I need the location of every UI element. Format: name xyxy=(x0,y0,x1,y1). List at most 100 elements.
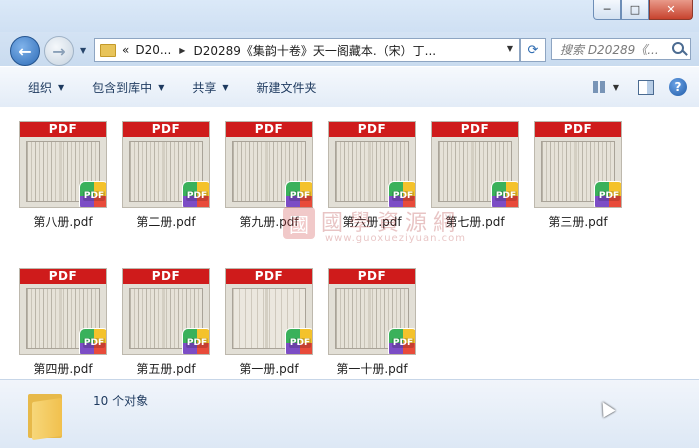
pdf-thumbnail: PDF PDF xyxy=(122,121,210,208)
chevron-down-icon: ▼ xyxy=(222,82,229,92)
view-dropdown-icon[interactable]: ▼ xyxy=(613,83,619,92)
minimize-button[interactable]: ─ xyxy=(593,0,621,20)
pdf-banner: PDF xyxy=(329,122,415,137)
folder-icon xyxy=(28,392,62,441)
pdf-badge-label: PDF xyxy=(185,338,209,348)
file-item[interactable]: PDF PDF 第一册.pdf xyxy=(222,268,316,377)
file-item[interactable]: PDF PDF 第三册.pdf xyxy=(531,121,625,230)
share-button[interactable]: 共享 ▼ xyxy=(178,76,242,98)
arrow-right-icon: → xyxy=(52,41,66,61)
file-item[interactable]: PDF PDF 第一十册.pdf xyxy=(325,268,419,377)
organize-label: 组织 xyxy=(28,80,53,95)
views-icon xyxy=(592,81,607,93)
watermark-url: www.guoxueziyuan.com xyxy=(325,233,466,244)
preview-pane-button[interactable] xyxy=(633,76,659,98)
file-name: 第一十册.pdf xyxy=(336,362,408,376)
preview-pane-icon xyxy=(638,79,654,95)
address-bar[interactable]: « D20... ▶ D20289《集韵十卷》天一阁藏本.（宋）丁... ▼ xyxy=(94,38,520,62)
pdf-app-icon: PDF xyxy=(80,182,106,207)
pdf-thumbnail: PDF PDF xyxy=(19,268,107,355)
pdf-badge-label: PDF xyxy=(185,191,209,201)
forward-button[interactable]: → xyxy=(44,36,74,66)
pdf-badge-label: PDF xyxy=(288,338,312,348)
pdf-banner: PDF xyxy=(123,269,209,284)
address-dropdown-icon[interactable]: ▼ xyxy=(507,44,513,53)
pdf-app-icon: PDF xyxy=(595,182,621,207)
breadcrumb-item-current[interactable]: D20289《集韵十卷》天一阁藏本.（宋）丁... xyxy=(193,42,436,59)
command-bar: 组织 ▼ 包含到库中 ▼ 共享 ▼ 新建文件夹 ▼ ? xyxy=(0,66,699,108)
item-count: 10 个对象 xyxy=(93,394,149,408)
include-in-library-label: 包含到库中 xyxy=(92,80,153,95)
pdf-thumbnail: PDF PDF xyxy=(122,268,210,355)
pdf-badge-label: PDF xyxy=(494,191,518,201)
share-label: 共享 xyxy=(192,80,217,95)
breadcrumb-chevron-icon[interactable]: ▶ xyxy=(179,46,185,55)
file-item[interactable]: PDF PDF 第五册.pdf xyxy=(119,268,213,377)
include-in-library-button[interactable]: 包含到库中 ▼ xyxy=(78,76,178,98)
pdf-thumbnail: PDF PDF xyxy=(431,121,519,208)
file-name: 第八册.pdf xyxy=(33,215,93,229)
pdf-banner: PDF xyxy=(226,122,312,137)
file-name: 第二册.pdf xyxy=(136,215,196,229)
file-item[interactable]: PDF PDF 第九册.pdf xyxy=(222,121,316,230)
arrow-left-icon: ← xyxy=(18,41,32,61)
recent-pages-dropdown[interactable]: ▼ xyxy=(80,46,86,55)
pdf-thumbnail: PDF PDF xyxy=(328,121,416,208)
file-name: 第六册.pdf xyxy=(342,215,402,229)
window-controls: ─ □ ✕ xyxy=(593,0,693,20)
pdf-badge-label: PDF xyxy=(82,338,106,348)
chevron-down-icon: ▼ xyxy=(158,82,165,92)
pdf-app-icon: PDF xyxy=(183,329,209,354)
pdf-banner: PDF xyxy=(20,269,106,284)
refresh-icon: ⟳ xyxy=(527,42,539,58)
details-pane: 10 个对象 xyxy=(0,379,699,448)
pdf-banner: PDF xyxy=(535,122,621,137)
search-box[interactable] xyxy=(551,38,691,60)
close-button[interactable]: ✕ xyxy=(649,0,693,20)
organize-button[interactable]: 组织 ▼ xyxy=(0,76,78,98)
help-icon: ? xyxy=(669,78,687,96)
file-name: 第四册.pdf xyxy=(33,362,93,376)
pdf-badge-label: PDF xyxy=(597,191,621,201)
pdf-thumbnail: PDF PDF xyxy=(225,121,313,208)
file-item[interactable]: PDF PDF 第六册.pdf xyxy=(325,121,419,230)
file-name: 第七册.pdf xyxy=(445,215,505,229)
pdf-app-icon: PDF xyxy=(286,329,312,354)
back-button[interactable]: ← xyxy=(10,36,40,66)
file-list: PDF PDF 第八册.pdf PDF PDF 第二册.pdf PDF PDF … xyxy=(0,107,699,379)
search-icon[interactable] xyxy=(672,42,684,54)
file-name: 第九册.pdf xyxy=(239,215,299,229)
pdf-banner: PDF xyxy=(123,122,209,137)
pdf-app-icon: PDF xyxy=(80,329,106,354)
pdf-app-icon: PDF xyxy=(389,182,415,207)
pdf-badge-label: PDF xyxy=(391,338,415,348)
file-name: 第一册.pdf xyxy=(239,362,299,376)
pdf-badge-label: PDF xyxy=(391,191,415,201)
refresh-button[interactable]: ⟳ xyxy=(520,38,546,62)
file-name: 第三册.pdf xyxy=(548,215,608,229)
breadcrumb-overflow[interactable]: « xyxy=(122,43,129,57)
file-item[interactable]: PDF PDF 第四册.pdf xyxy=(16,268,110,377)
maximize-button[interactable]: □ xyxy=(621,0,649,20)
pdf-badge-label: PDF xyxy=(82,191,106,201)
pdf-badge-label: PDF xyxy=(288,191,312,201)
pdf-app-icon: PDF xyxy=(492,182,518,207)
pdf-thumbnail: PDF PDF xyxy=(534,121,622,208)
change-view-button[interactable] xyxy=(587,76,613,98)
pdf-thumbnail: PDF PDF xyxy=(225,268,313,355)
chevron-down-icon: ▼ xyxy=(58,82,65,92)
address-row: ← → ▼ « D20... ▶ D20289《集韵十卷》天一阁藏本.（宋）丁.… xyxy=(0,32,699,66)
pdf-banner: PDF xyxy=(226,269,312,284)
pdf-app-icon: PDF xyxy=(286,182,312,207)
breadcrumb-item[interactable]: D20... xyxy=(135,43,171,57)
file-item[interactable]: PDF PDF 第七册.pdf xyxy=(428,121,522,230)
pdf-banner: PDF xyxy=(432,122,518,137)
search-input[interactable] xyxy=(558,40,674,60)
pdf-thumbnail: PDF PDF xyxy=(328,268,416,355)
pdf-thumbnail: PDF PDF xyxy=(19,121,107,208)
file-item[interactable]: PDF PDF 第二册.pdf xyxy=(119,121,213,230)
title-bar: ─ □ ✕ xyxy=(0,0,699,32)
new-folder-button[interactable]: 新建文件夹 xyxy=(243,76,331,98)
help-button[interactable]: ? xyxy=(665,76,691,98)
file-item[interactable]: PDF PDF 第八册.pdf xyxy=(16,121,110,230)
